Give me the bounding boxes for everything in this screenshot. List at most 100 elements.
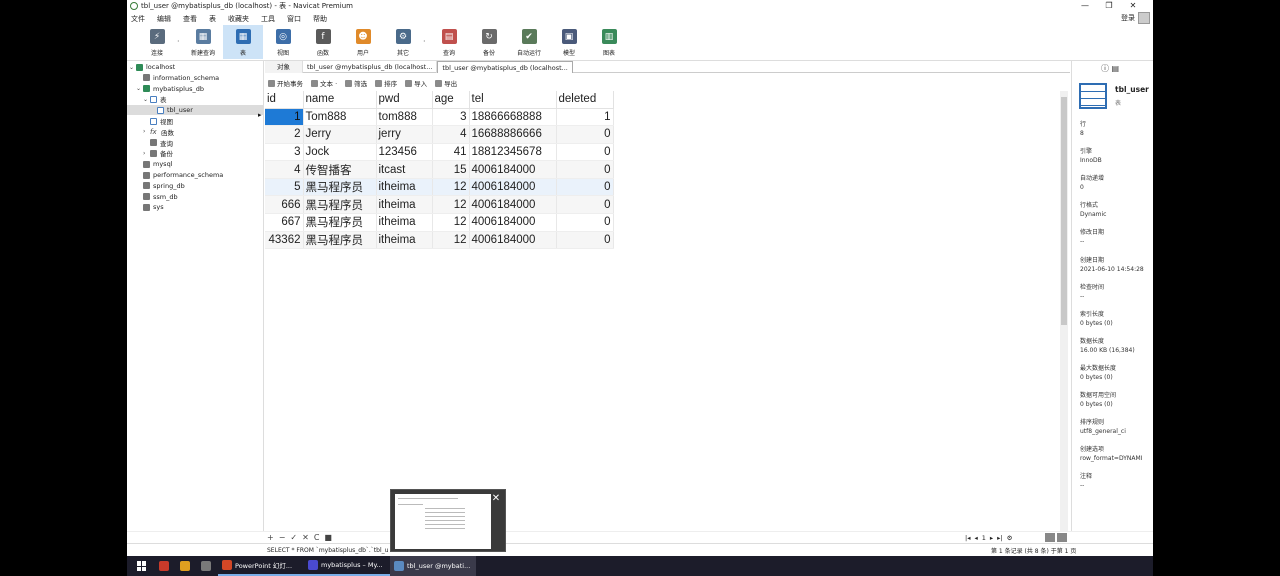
taskbar-item-4[interactable]: mybatisplus – My...: [304, 556, 390, 576]
login-link[interactable]: 登录: [1121, 13, 1135, 24]
tab-table-1[interactable]: tbl_user @mybatisplus_db (localhost...: [303, 61, 438, 73]
table-cell[interactable]: itheima: [376, 213, 433, 232]
table-cell[interactable]: 43362: [265, 231, 304, 250]
table-cell[interactable]: 15: [432, 160, 470, 179]
column-header-age[interactable]: age: [432, 91, 470, 109]
avatar[interactable]: [1138, 12, 1150, 24]
table-cell[interactable]: 黑马程序员: [303, 231, 377, 250]
table-cell[interactable]: Jock: [303, 143, 377, 162]
tree-item-mysql[interactable]: mysql: [136, 159, 173, 169]
table-cell[interactable]: 667: [265, 213, 304, 232]
taskbar-thumbnail-preview[interactable]: ✕: [390, 489, 506, 552]
table-cell[interactable]: 12: [432, 195, 470, 215]
grid-tool-3[interactable]: 排序: [375, 78, 397, 88]
stop-button[interactable]: ■: [324, 533, 332, 542]
tab-objects[interactable]: 对象: [265, 61, 303, 73]
toolbar-button-0[interactable]: ⚡ 连接: [137, 25, 177, 59]
toolbar-button-8[interactable]: ↻ 备份: [469, 25, 509, 59]
table-cell[interactable]: 4006184000: [469, 195, 557, 215]
table-cell[interactable]: 1 ▸: [258, 108, 304, 127]
toolbar-button-4[interactable]: f 函数: [303, 25, 343, 59]
table-cell[interactable]: 4006184000: [469, 231, 557, 250]
table-cell[interactable]: 666: [265, 195, 304, 215]
table-cell[interactable]: 123456: [376, 143, 433, 162]
menu-window[interactable]: 窗口: [287, 14, 301, 24]
taskbar-item-3[interactable]: PowerPoint 幻灯...: [218, 556, 304, 576]
maximize-button[interactable]: ❐: [1097, 0, 1121, 12]
tree-arrow-icon[interactable]: ⌄: [136, 85, 143, 92]
toolbar-button-7[interactable]: ▤ 查询: [429, 25, 469, 59]
menu-file[interactable]: 文件: [131, 14, 145, 24]
table-cell[interactable]: itheima: [376, 178, 433, 197]
table-row[interactable]: 3 Jock 123456 41 18812345678 0: [265, 143, 614, 162]
taskbar-item-1[interactable]: [176, 556, 197, 576]
table-cell[interactable]: 2: [265, 125, 304, 144]
table-cell[interactable]: tom888: [376, 108, 433, 127]
tree-item-mybatisplus_db[interactable]: ⌄ mybatisplus_db: [136, 84, 204, 94]
table-cell[interactable]: 41: [432, 143, 470, 162]
table-row[interactable]: 1 ▸ Tom888 tom888 3 18866668888 1: [258, 108, 614, 127]
table-cell[interactable]: 黑马程序员: [303, 195, 377, 215]
column-header-id[interactable]: id: [265, 91, 304, 109]
tree-item-查询[interactable]: 查询: [143, 138, 173, 148]
column-header-pwd[interactable]: pwd: [376, 91, 433, 109]
menu-tools[interactable]: 工具: [261, 14, 275, 24]
windows-start-icon[interactable]: [137, 561, 147, 571]
table-cell[interactable]: Tom888: [303, 108, 377, 127]
close-button[interactable]: ✕: [1121, 0, 1145, 12]
table-cell[interactable]: 0: [556, 143, 614, 162]
table-cell[interactable]: 5: [265, 178, 304, 197]
tree-arrow-icon[interactable]: ⌄: [143, 96, 150, 103]
table-cell[interactable]: 4006184000: [469, 213, 557, 232]
column-header-name[interactable]: name: [303, 91, 377, 109]
table-row[interactable]: 667 黑马程序员 itheima 12 4006184000 0: [265, 213, 614, 232]
taskbar-item-5[interactable]: tbl_user @mybati...: [390, 556, 476, 576]
table-cell[interactable]: 16688886666: [469, 125, 557, 144]
tree-item-函数[interactable]: › fx 函数: [143, 127, 174, 137]
table-cell[interactable]: 12: [432, 213, 470, 232]
tab-table-2[interactable]: tbl_user @mybatisplus_db (localhost...: [437, 61, 573, 73]
tree-item-performance_schema[interactable]: performance_schema: [136, 170, 223, 180]
table-cell[interactable]: 12: [432, 231, 470, 250]
table-cell[interactable]: itcast: [376, 160, 433, 179]
table-cell[interactable]: 0: [556, 213, 614, 232]
table-cell[interactable]: 4006184000: [469, 160, 557, 179]
tree-item-tbl_user[interactable]: tbl_user: [127, 105, 263, 116]
table-cell[interactable]: 3: [265, 143, 304, 162]
column-header-deleted[interactable]: deleted: [556, 91, 614, 109]
tree-item-information_schema[interactable]: information_schema: [136, 73, 219, 83]
grid-tool-4[interactable]: 导入: [405, 78, 427, 88]
tree-arrow-icon[interactable]: ›: [143, 150, 150, 157]
grid-tool-2[interactable]: 筛选: [345, 78, 367, 88]
tree-item-备份[interactable]: › 备份: [143, 148, 173, 158]
delete-record-button[interactable]: −: [279, 533, 286, 542]
table-cell[interactable]: 0: [556, 160, 614, 179]
menu-help[interactable]: 帮助: [313, 14, 327, 24]
menu-view[interactable]: 查看: [183, 14, 197, 24]
menu-edit[interactable]: 编辑: [157, 14, 171, 24]
table-row[interactable]: 2 Jerry jerry 4 16688886666 0: [265, 125, 614, 144]
toolbar-button-5[interactable]: ☻ 用户: [343, 25, 383, 59]
tree-item-spring_db[interactable]: spring_db: [136, 181, 185, 191]
table-row[interactable]: 4 传智播客 itcast 15 4006184000 0: [265, 160, 614, 179]
tree-item-表[interactable]: ⌄ 表: [143, 94, 167, 104]
table-cell[interactable]: 黑马程序员: [303, 178, 377, 197]
table-cell[interactable]: 0: [556, 178, 614, 197]
table-cell[interactable]: 18812345678: [469, 143, 557, 162]
menu-table[interactable]: 表: [209, 14, 216, 24]
table-row[interactable]: 5 黑马程序员 itheima 12 4006184000 0: [265, 178, 614, 197]
close-icon[interactable]: ✕: [489, 492, 503, 506]
tree-item-ssm_db[interactable]: ssm_db: [136, 192, 178, 202]
table-cell[interactable]: 0: [556, 195, 614, 215]
table-cell[interactable]: itheima: [376, 231, 433, 250]
toolbar-button-9[interactable]: ✔ 自动运行: [509, 25, 549, 59]
table-cell[interactable]: 4: [265, 160, 304, 179]
vertical-scrollbar[interactable]: [1060, 91, 1068, 531]
toolbar-button-2[interactable]: ▦ 表: [223, 25, 263, 59]
table-cell[interactable]: 1: [556, 108, 614, 127]
toolbar-button-10[interactable]: ▣ 模型: [549, 25, 589, 59]
info-icon[interactable]: ⓘ ▤: [1101, 63, 1119, 74]
toolbar-button-1[interactable]: ▦ 新建查询: [183, 25, 223, 59]
tree-arrow-icon[interactable]: ›: [143, 128, 150, 135]
tree-arrow-icon[interactable]: ⌄: [129, 64, 136, 71]
